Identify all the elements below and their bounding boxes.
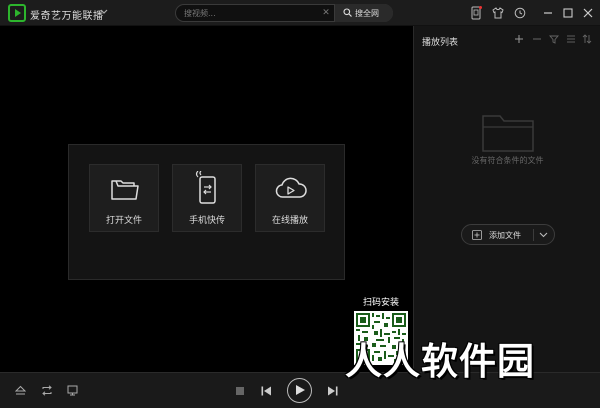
watermark: 人人软件园: [345, 340, 535, 383]
search-all-button[interactable]: 搜全网: [334, 4, 393, 22]
folder-icon: [111, 180, 139, 200]
online-play-button[interactable]: 在线播放: [255, 164, 325, 232]
stop-icon[interactable]: [235, 386, 245, 396]
add-icon[interactable]: [514, 34, 524, 44]
online-play-label: 在线播放: [271, 216, 308, 226]
app-title[interactable]: 爱奇艺万能联播: [30, 7, 104, 22]
list-icon[interactable]: [566, 34, 576, 44]
open-file-button[interactable]: 打开文件: [89, 164, 159, 232]
phone-icon[interactable]: [470, 6, 482, 20]
open-file-label: 打开文件: [105, 216, 142, 226]
clock-icon[interactable]: [514, 6, 526, 20]
title-bar: 爱奇艺万能联播 ✕ 搜全网: [0, 0, 600, 26]
clear-icon[interactable]: ✕: [321, 8, 331, 18]
screen-icon[interactable]: [67, 385, 78, 396]
sort-icon[interactable]: [582, 34, 592, 44]
cloud-play-icon: [275, 177, 307, 198]
quick-actions-panel: 打开文件 手机快传 在线播放: [68, 144, 345, 280]
search-all-label: 搜全网: [355, 9, 379, 18]
search-input[interactable]: [184, 7, 314, 20]
phone-transfer-label: 手机快传: [188, 216, 225, 226]
video-area[interactable]: 打开文件 手机快传 在线播放: [0, 26, 413, 372]
add-file-button[interactable]: 添加文件: [461, 224, 555, 245]
minimize-icon[interactable]: [542, 6, 554, 20]
qr-label: 扫码安装: [362, 298, 399, 308]
remove-icon[interactable]: [532, 34, 542, 44]
phone-transfer-icon: [195, 171, 216, 204]
chevron-down-icon[interactable]: [100, 6, 108, 18]
filter-icon[interactable]: [549, 34, 559, 44]
repeat-icon[interactable]: [41, 385, 53, 396]
maximize-icon[interactable]: [562, 6, 574, 20]
playlist-title: 播放列表: [422, 38, 459, 48]
search-icon: [343, 8, 352, 17]
empty-message: 没有符合条件的文件: [471, 156, 544, 165]
play-button[interactable]: [287, 378, 312, 403]
next-icon[interactable]: [327, 385, 339, 397]
add-file-label: 添加文件: [489, 231, 521, 240]
playlist-panel: 播放列表 没有符合条件的文件 添加文件: [413, 26, 600, 372]
prev-icon[interactable]: [260, 385, 272, 397]
eject-icon[interactable]: [15, 385, 26, 396]
phone-transfer-button[interactable]: 手机快传: [172, 164, 242, 232]
search-box: ✕ 搜全网: [175, 4, 393, 22]
shirt-icon[interactable]: [492, 6, 504, 20]
app-logo-icon: [8, 4, 26, 22]
add-file-icon: [472, 230, 482, 240]
chevron-down-icon[interactable]: [539, 232, 548, 238]
divider: [533, 229, 534, 241]
empty-folder-icon: [482, 115, 534, 152]
close-icon[interactable]: [582, 6, 594, 20]
